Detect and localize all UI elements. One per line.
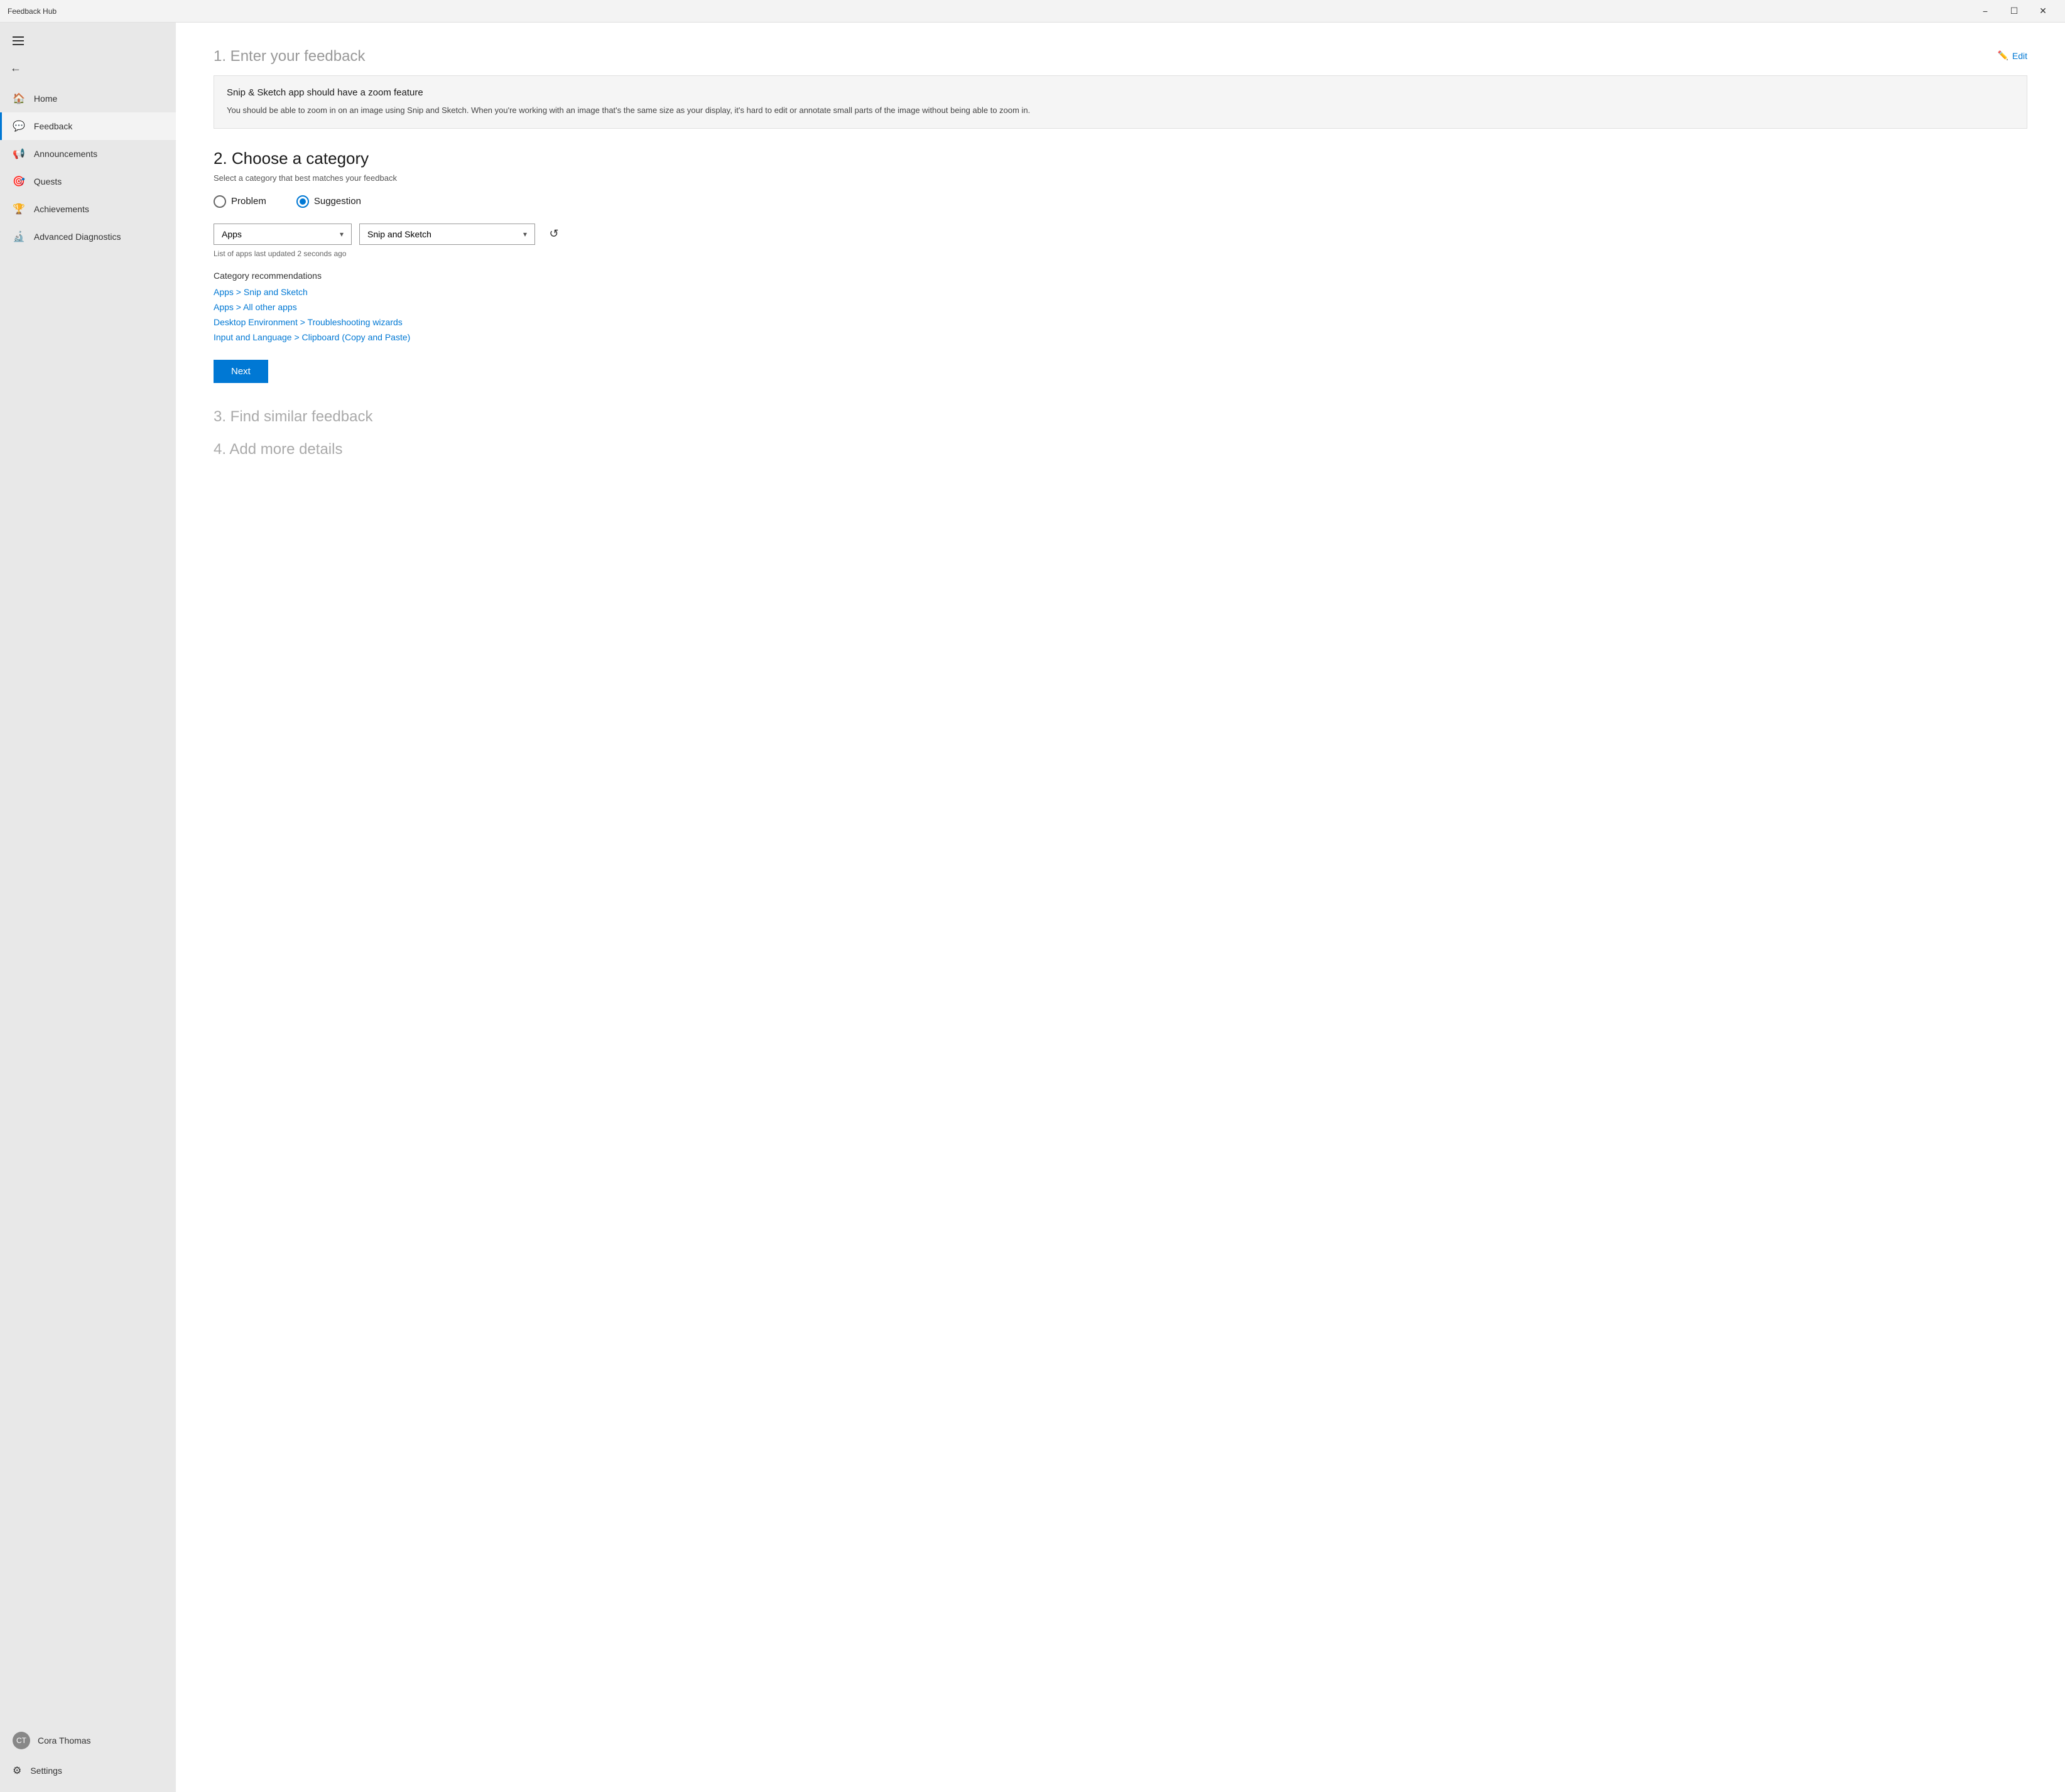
edit-link[interactable]: ✏️ Edit bbox=[1997, 50, 2027, 61]
recommendation-4[interactable]: Input and Language > Clipboard (Copy and… bbox=[214, 332, 2027, 342]
section-2-title: 2. Choose a category bbox=[214, 149, 2027, 168]
dropdowns-row: Apps ▾ Snip and Sketch ▾ ↺ bbox=[214, 223, 2027, 246]
feedback-box: Snip & Sketch app should have a zoom fea… bbox=[214, 75, 2027, 129]
advanced-diagnostics-icon: 🔬 bbox=[13, 230, 25, 243]
feedback-body: You should be able to zoom in on an imag… bbox=[227, 104, 2014, 117]
sidebar-item-feedback-label: Feedback bbox=[34, 121, 72, 131]
sidebar-bottom: CT Cora Thomas ⚙ Settings bbox=[0, 1724, 176, 1792]
category-dropdown-1[interactable]: Apps ▾ bbox=[214, 224, 352, 245]
title-bar-title: Feedback Hub bbox=[8, 7, 57, 16]
refresh-button[interactable]: ↺ bbox=[543, 223, 565, 246]
main-content: 1. Enter your feedback ✏️ Edit Snip & Sk… bbox=[176, 23, 2065, 1792]
sidebar-user[interactable]: CT Cora Thomas bbox=[0, 1724, 176, 1757]
section-4-title: 4. Add more details bbox=[214, 441, 2027, 458]
back-button[interactable]: ← bbox=[0, 57, 176, 80]
section-2-subtitle: Select a category that best matches your… bbox=[214, 173, 2027, 183]
edit-icon: ✏️ bbox=[1997, 50, 2008, 61]
chevron-down-icon-1: ▾ bbox=[340, 230, 344, 239]
feedback-icon: 💬 bbox=[13, 120, 25, 132]
recommendation-3[interactable]: Desktop Environment > Troubleshooting wi… bbox=[214, 317, 2027, 327]
avatar: CT bbox=[13, 1732, 30, 1749]
sidebar-item-home[interactable]: 🏠 Home bbox=[0, 85, 176, 112]
sidebar-item-settings[interactable]: ⚙ Settings bbox=[0, 1757, 176, 1784]
user-name: Cora Thomas bbox=[38, 1735, 91, 1746]
sidebar-item-home-label: Home bbox=[34, 94, 57, 104]
sidebar-item-announcements-label: Announcements bbox=[34, 149, 97, 159]
next-button[interactable]: Next bbox=[214, 360, 268, 383]
sidebar-top bbox=[0, 28, 176, 54]
announcements-icon: 📢 bbox=[13, 148, 25, 160]
section-1-header: 1. Enter your feedback ✏️ Edit bbox=[214, 48, 2027, 65]
title-bar-left: Feedback Hub bbox=[8, 7, 57, 16]
category-2-value: Snip and Sketch bbox=[367, 229, 431, 239]
radio-problem-circle bbox=[214, 195, 226, 208]
maximize-button[interactable]: ☐ bbox=[2000, 0, 2029, 23]
sidebar-item-advanced-diagnostics-label: Advanced Diagnostics bbox=[34, 232, 121, 242]
settings-icon: ⚙ bbox=[13, 1764, 21, 1777]
recommendation-1[interactable]: Apps > Snip and Sketch bbox=[214, 287, 2027, 297]
sidebar: ← 🏠 Home 💬 Feedback 📢 Announcements 🎯 Qu… bbox=[0, 23, 176, 1792]
sidebar-item-quests[interactable]: 🎯 Quests bbox=[0, 168, 176, 195]
radio-problem[interactable]: Problem bbox=[214, 195, 266, 208]
home-icon: 🏠 bbox=[13, 92, 25, 105]
section-2: 2. Choose a category Select a category t… bbox=[214, 149, 2027, 408]
hamburger-button[interactable] bbox=[10, 34, 26, 48]
radio-problem-label: Problem bbox=[231, 196, 266, 207]
sidebar-item-feedback[interactable]: 💬 Feedback bbox=[0, 112, 176, 140]
radio-suggestion-circle bbox=[296, 195, 309, 208]
radio-suggestion-inner bbox=[300, 198, 306, 205]
section-3-title: 3. Find similar feedback bbox=[214, 408, 2027, 426]
sidebar-item-settings-label: Settings bbox=[30, 1766, 62, 1776]
last-updated: List of apps last updated 2 seconds ago bbox=[214, 249, 2027, 258]
sidebar-item-advanced-diagnostics[interactable]: 🔬 Advanced Diagnostics bbox=[0, 223, 176, 251]
app-body: ← 🏠 Home 💬 Feedback 📢 Announcements 🎯 Qu… bbox=[0, 23, 2065, 1792]
title-bar-controls: − ☐ ✕ bbox=[1971, 0, 2057, 23]
chevron-down-icon-2: ▾ bbox=[523, 230, 527, 239]
sidebar-item-announcements[interactable]: 📢 Announcements bbox=[0, 140, 176, 168]
avatar-initials: CT bbox=[16, 1736, 26, 1745]
category-1-value: Apps bbox=[222, 229, 242, 239]
category-dropdown-2[interactable]: Snip and Sketch ▾ bbox=[359, 224, 535, 245]
hamburger-line-2 bbox=[13, 40, 24, 41]
edit-label: Edit bbox=[2012, 51, 2027, 61]
recommendation-2[interactable]: Apps > All other apps bbox=[214, 302, 2027, 312]
radio-suggestion[interactable]: Suggestion bbox=[296, 195, 361, 208]
close-button[interactable]: ✕ bbox=[2029, 0, 2057, 23]
sidebar-nav: 🏠 Home 💬 Feedback 📢 Announcements 🎯 Ques… bbox=[0, 85, 176, 251]
achievements-icon: 🏆 bbox=[13, 203, 25, 215]
feedback-title: Snip & Sketch app should have a zoom fea… bbox=[227, 87, 2014, 98]
title-bar: Feedback Hub − ☐ ✕ bbox=[0, 0, 2065, 23]
sidebar-item-achievements-label: Achievements bbox=[34, 204, 89, 214]
quests-icon: 🎯 bbox=[13, 175, 25, 188]
sidebar-item-quests-label: Quests bbox=[34, 176, 62, 186]
minimize-button[interactable]: − bbox=[1971, 0, 2000, 23]
category-recs-title: Category recommendations bbox=[214, 271, 2027, 281]
sidebar-item-achievements[interactable]: 🏆 Achievements bbox=[0, 195, 176, 223]
radio-group: Problem Suggestion bbox=[214, 195, 2027, 208]
section-1-title: 1. Enter your feedback bbox=[214, 48, 365, 65]
hamburger-line-3 bbox=[13, 44, 24, 45]
radio-suggestion-label: Suggestion bbox=[314, 196, 361, 207]
hamburger-line-1 bbox=[13, 36, 24, 38]
